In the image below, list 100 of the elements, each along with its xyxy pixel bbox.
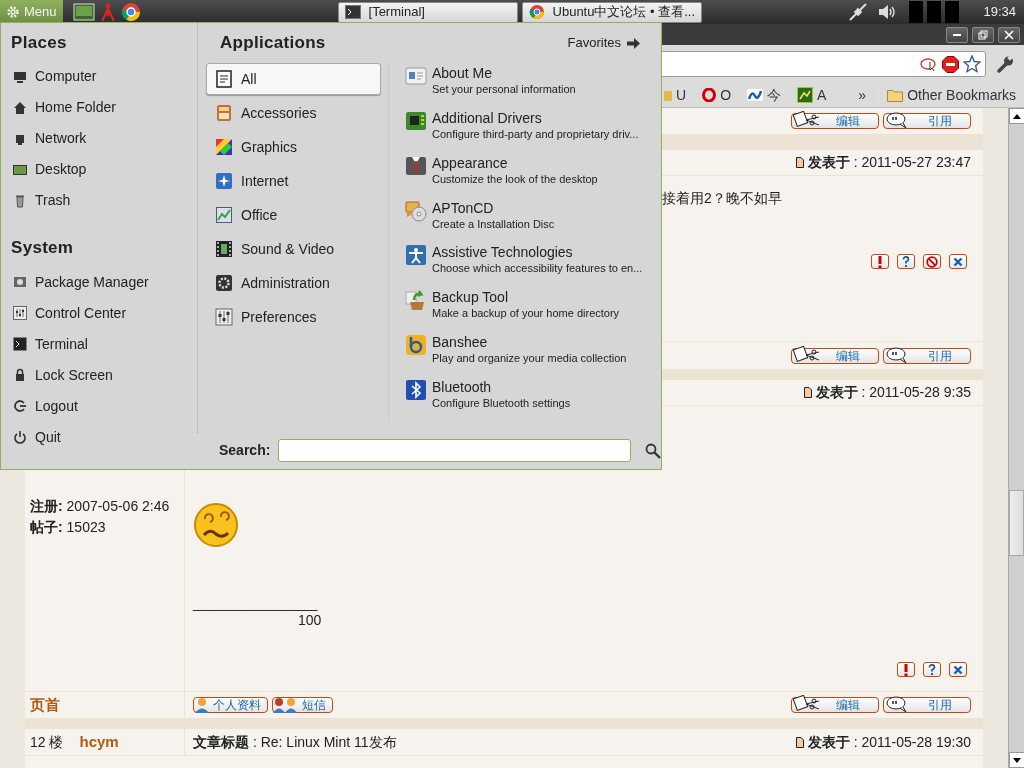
post-date: 发表于 : 2011-05-27 23:47 <box>807 153 971 172</box>
category-item[interactable]: Office <box>206 199 381 232</box>
menu-item[interactable]: Logout <box>11 390 191 422</box>
menu-item[interactable]: Terminal <box>11 328 191 360</box>
report-button[interactable] <box>871 254 889 269</box>
bookmark[interactable]: A <box>793 84 831 106</box>
category-item[interactable]: Graphics <box>206 131 381 164</box>
right-arrow-icon <box>627 37 640 49</box>
desktop-icon <box>13 162 27 177</box>
delete-button[interactable] <box>949 662 967 677</box>
logout-icon <box>13 399 27 414</box>
app-item[interactable]: Appearance Customize the look of the desktop <box>405 154 661 200</box>
menu-item[interactable]: Quit <box>11 421 191 453</box>
bookmark[interactable]: U <box>660 84 691 106</box>
o-ring-icon <box>702 88 717 102</box>
ban-button[interactable] <box>923 254 941 269</box>
menu-item[interactable]: Desktop <box>11 154 191 186</box>
edit-button[interactable]: 编辑 <box>791 697 879 713</box>
clock: 19:34 <box>983 3 1016 22</box>
menu-item[interactable]: Control Center <box>11 297 191 329</box>
close-button[interactable] <box>998 26 1020 43</box>
close-icon <box>953 256 963 267</box>
scroll-thumb[interactable] <box>1009 490 1024 556</box>
launcher-button[interactable] <box>70 0 97 24</box>
minimize-button[interactable] <box>946 26 968 43</box>
app-item[interactable]: Bluetooth Configure Bluetooth settings <box>405 378 661 424</box>
category-item[interactable]: Internet <box>206 165 381 198</box>
question-button[interactable] <box>923 662 941 677</box>
quote-button[interactable]: 引用 <box>883 113 971 129</box>
favorites-button[interactable]: Favorites <box>567 33 640 53</box>
exclamation-icon <box>877 255 883 268</box>
emoticon-icon <box>193 502 239 548</box>
quote-button[interactable]: 引用 <box>883 347 971 364</box>
round-note-icon <box>405 333 427 356</box>
menu-item[interactable]: Package Manager <box>11 266 191 298</box>
app-item[interactable]: Banshee Play and organize your media collection <box>405 333 661 379</box>
id-card-icon <box>405 65 427 88</box>
bookmark[interactable]: 今 <box>743 84 785 106</box>
profile-button[interactable]: 个人资料 <box>193 697 268 713</box>
page-icon <box>795 157 804 168</box>
stop-sign-icon <box>942 55 959 73</box>
message-button[interactable]: 短信 <box>272 697 333 713</box>
color-square-icon <box>215 138 233 157</box>
film-icon <box>215 240 233 259</box>
app-item[interactable]: Additional Drivers Configure third-party and proprietary driv... <box>405 110 661 155</box>
post-date: 发表于 : 2011-05-28 9:35 <box>815 383 971 402</box>
post-text: 接着用2？晚不如早 <box>662 189 782 208</box>
prohibited-icon <box>926 255 938 268</box>
menu-item[interactable]: Trash <box>11 185 191 217</box>
category-item[interactable]: Sound & Video <box>206 233 381 266</box>
chip-icon <box>405 110 427 133</box>
menu-item[interactable]: Network <box>11 123 191 155</box>
search-icon <box>645 442 661 459</box>
close-icon <box>953 664 963 675</box>
page-icon <box>803 387 812 398</box>
swoosh-icon <box>747 88 763 102</box>
app-item[interactable]: Assistive Technologies Choose which accessibility features to en... <box>405 244 661 290</box>
category-item[interactable]: Preferences <box>206 301 381 334</box>
search-field[interactable] <box>278 439 631 462</box>
terminal-icon <box>344 5 361 19</box>
person-icon <box>194 697 210 713</box>
author-link[interactable]: hcym <box>79 730 119 754</box>
menu-item[interactable]: Computer <box>11 61 191 93</box>
scroll-down-button[interactable] <box>1009 752 1024 768</box>
category-item[interactable]: All <box>206 63 381 96</box>
app-item[interactable]: Backup Tool Make a backup of your home directory <box>405 289 661 334</box>
user-info: 帖子: 15023 <box>30 518 107 537</box>
other-bookmarks[interactable]: Other Bookmarks <box>878 84 1021 106</box>
bookmark[interactable]: O <box>698 84 735 106</box>
star-burst-icon <box>215 172 233 191</box>
menu-item[interactable]: Home Folder <box>11 92 191 124</box>
scroll-up-button[interactable] <box>1009 108 1024 124</box>
house-icon <box>13 100 27 115</box>
question-button[interactable] <box>897 254 915 269</box>
top-link[interactable]: 页首 <box>30 693 60 717</box>
edit-button[interactable]: 编辑 <box>791 113 879 129</box>
taskbar-button[interactable]: Ubuntu中文论坛 • 查看... <box>521 1 702 23</box>
category-item[interactable]: Accessories <box>206 97 381 130</box>
load-graph <box>927 1 942 23</box>
taskbar-button[interactable]: [Terminal] <box>337 1 518 23</box>
browser-icon <box>528 4 545 20</box>
delete-button[interactable] <box>949 254 967 269</box>
section-heading: Applications <box>220 33 326 54</box>
overflow-button[interactable]: » <box>854 84 871 106</box>
app-item[interactable]: APTonCD Create a Installation Disc <box>405 199 661 245</box>
computer-icon <box>13 69 27 84</box>
gear-icon <box>215 274 233 293</box>
restore-button[interactable] <box>972 26 994 43</box>
report-button[interactable] <box>897 662 915 677</box>
suit-icon <box>405 154 427 177</box>
lock-icon <box>13 368 27 383</box>
load-graph <box>945 1 960 23</box>
gear-icon <box>6 5 20 19</box>
app-item[interactable]: About Me Set your personal information <box>405 65 661 111</box>
category-item[interactable]: Administration <box>206 267 381 300</box>
edit-button[interactable]: 编辑 <box>791 347 879 364</box>
power-icon <box>13 430 27 445</box>
menu-item[interactable]: Lock Screen <box>11 359 191 391</box>
post-subject: 文章标题 : Re: Linux Mint 11发布 <box>193 732 397 752</box>
quote-button[interactable]: 引用 <box>883 697 971 713</box>
